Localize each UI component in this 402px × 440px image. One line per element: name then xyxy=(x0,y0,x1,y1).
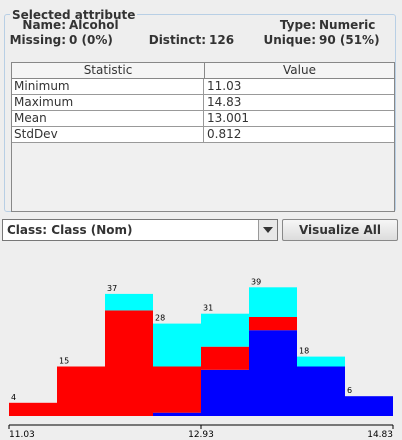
x-axis-min-label: 11.03 xyxy=(9,430,35,440)
missing-label: Missing: xyxy=(9,33,66,47)
histogram-bar-segment xyxy=(297,356,345,367)
table-header: Statistic Value xyxy=(12,63,394,79)
unique-value: 90 (51%) xyxy=(319,33,380,47)
column-header-value[interactable]: Value xyxy=(205,63,394,78)
histogram-bar-segment xyxy=(345,396,393,416)
stat-value: 13.001 xyxy=(207,111,249,125)
histogram-bar-segment xyxy=(9,402,57,416)
class-dropdown[interactable]: Class: Class (Nom) xyxy=(2,219,278,241)
table-row[interactable]: Mean 13.001 xyxy=(12,111,394,127)
bar-count-label: 31 xyxy=(203,304,213,313)
distinct-value: 126 xyxy=(209,33,235,47)
type-label: Type: xyxy=(279,18,316,32)
x-axis-max-label: 14.83 xyxy=(367,430,393,440)
visualize-all-button[interactable]: Visualize All xyxy=(282,219,398,241)
bar-count-label: 15 xyxy=(59,357,69,366)
histogram-bar-segment xyxy=(57,366,105,416)
histogram-bar-segment xyxy=(201,346,249,370)
table-row[interactable]: StdDev 0.812 xyxy=(12,127,394,143)
histogram-bar-segment xyxy=(105,310,153,416)
histogram-bar-segment xyxy=(153,412,201,416)
bar-count-label: 28 xyxy=(155,314,165,323)
stat-name: StdDev xyxy=(12,127,204,142)
selected-attribute-panel: Selected attribute Name: Alcohol Type: N… xyxy=(4,8,396,212)
class-dropdown-value: Class: Class (Nom) xyxy=(7,223,133,237)
histogram-bar-segment xyxy=(153,323,201,367)
name-value: Alcohol xyxy=(69,18,119,32)
stat-name: Mean xyxy=(12,111,204,126)
x-axis-mid-label: 12.93 xyxy=(188,430,214,440)
bar-count-label: 37 xyxy=(107,284,117,293)
unique-label: Unique: xyxy=(263,33,316,47)
histogram-bar-segment xyxy=(297,366,345,416)
bar-count-label: 18 xyxy=(299,347,309,356)
type-value: Numeric xyxy=(319,18,376,32)
table-row[interactable]: Maximum 14.83 xyxy=(12,95,394,111)
histogram-bar-segment xyxy=(201,313,249,347)
stat-value: 0.812 xyxy=(207,127,242,141)
histogram-bar-segment xyxy=(201,369,249,416)
bar-count-label: 6 xyxy=(347,386,352,395)
bar-count-label: 4 xyxy=(11,393,16,402)
bar-count-label: 39 xyxy=(251,277,261,286)
statistics-table: Statistic Value Minimum 11.03 Maximum 14… xyxy=(11,62,395,212)
stat-name: Maximum xyxy=(12,95,204,110)
histogram-bar-segment xyxy=(153,366,201,413)
column-header-statistic[interactable]: Statistic xyxy=(12,63,205,78)
distinct-label: Distinct: xyxy=(148,33,206,47)
name-label: Name: xyxy=(22,18,66,32)
stat-value: 14.83 xyxy=(207,95,242,109)
class-histogram: 4 15 37 28 31 39 18 6 11.03 12.93 14.83 xyxy=(8,277,394,440)
histogram-bar-segment xyxy=(105,293,153,311)
histogram-bar-segment xyxy=(249,317,297,331)
histogram-bar-segment xyxy=(249,287,297,317)
missing-value: 0 (0%) xyxy=(69,33,113,47)
histogram-bar-segment xyxy=(249,330,297,416)
stat-name: Minimum xyxy=(12,79,204,94)
stat-value: 11.03 xyxy=(207,79,242,93)
chevron-down-icon[interactable] xyxy=(258,220,277,240)
table-row[interactable]: Minimum 11.03 xyxy=(12,79,394,95)
